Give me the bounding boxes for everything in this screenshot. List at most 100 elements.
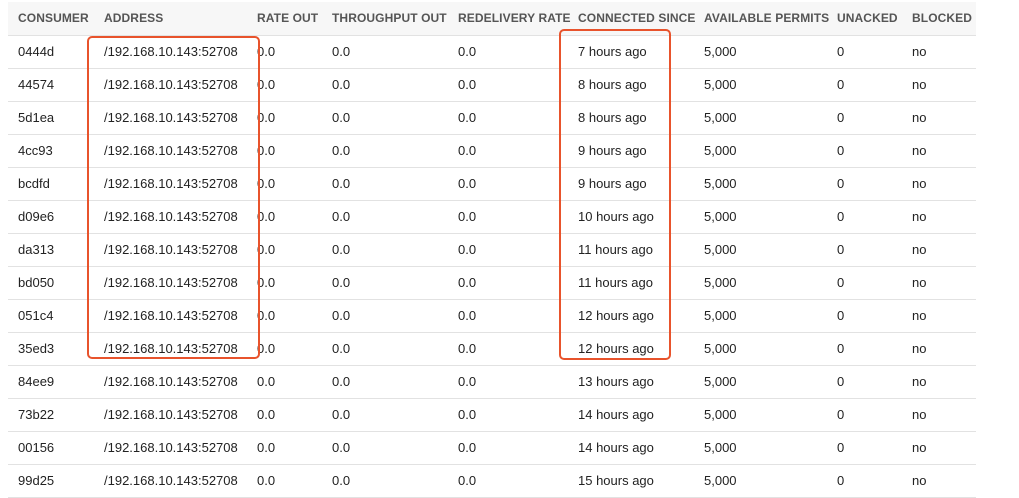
cell-throughput-out: 0.0 [332,176,351,191]
cell-throughput-out: 0.0 [332,209,351,224]
cell-blocked: no [912,407,927,422]
cell-blocked: no [912,473,927,488]
table-body: 0444d/192.168.10.143:52708 0.0 0.0 0.0 7 hou… [8,35,976,497]
column-header-throughput-out[interactable]: THROUGHPUT OUT [322,2,448,35]
cell-throughput-out: 0.0 [332,110,351,125]
cell-consumer: da313 [18,242,55,257]
cell-connected-since: 14 hours ago [578,407,654,422]
table-row[interactable]: 5d1ea/192.168.10.143:52708 0.0 0.0 0.0 8 hou… [8,101,976,134]
cell-consumer: 84ee9 [18,374,55,389]
column-header-blocked[interactable]: BLOCKED [902,2,976,35]
column-header-consumer[interactable]: CONSUMER [8,2,94,35]
cell-unacked: 0 [837,308,845,323]
cell-redelivery-rate: 0.0 [458,209,477,224]
cell-address: /192.168.10.143:52708 [104,407,238,422]
cell-rate-out: 0.0 [257,44,276,59]
cell-address: /192.168.10.143:52708 [104,308,238,323]
cell-redelivery-rate: 0.0 [458,44,477,59]
table-row[interactable]: 44574/192.168.10.143:52708 0.0 0.0 0.0 8 hou… [8,68,976,101]
cell-address: /192.168.10.143:52708 [104,473,238,488]
cell-throughput-out: 0.0 [332,440,351,455]
table-row[interactable]: d09e6/192.168.10.143:52708 0.0 0.0 0.0 10 ho… [8,200,976,233]
cell-blocked: no [912,275,927,290]
cell-connected-since: 7 hours ago [578,44,647,59]
cell-consumer: bd050 [18,275,55,290]
cell-rate-out: 0.0 [257,209,276,224]
cell-available-permits: 5,000 [704,308,737,323]
cell-connected-since: 10 hours ago [578,209,654,224]
cell-blocked: no [912,143,927,158]
cell-unacked: 0 [837,77,845,92]
cell-consumer: 00156 [18,440,55,455]
cell-consumer: 35ed3 [18,341,55,356]
table-row[interactable]: 4cc93/192.168.10.143:52708 0.0 0.0 0.0 9 hou… [8,134,976,167]
cell-blocked: no [912,209,927,224]
column-header-unacked[interactable]: UNACKED [827,2,902,35]
table-row[interactable]: 84ee9/192.168.10.143:52708 0.0 0.0 0.0 13 ho… [8,365,976,398]
cell-consumer: bcdfd [18,176,50,191]
table-row[interactable]: 99d25/192.168.10.143:52708 0.0 0.0 0.0 15 ho… [8,464,976,497]
cell-unacked: 0 [837,176,845,191]
cell-address: /192.168.10.143:52708 [104,77,238,92]
cell-address: /192.168.10.143:52708 [104,374,238,389]
cell-rate-out: 0.0 [257,77,276,92]
cell-available-permits: 5,000 [704,407,737,422]
cell-redelivery-rate: 0.0 [458,440,477,455]
cell-unacked: 0 [837,341,845,356]
cell-connected-since: 8 hours ago [578,77,647,92]
table-row[interactable]: 051c4/192.168.10.143:52708 0.0 0.0 0.0 12 ho… [8,299,976,332]
column-header-redelivery-rate[interactable]: REDELIVERY RATE [448,2,571,35]
cell-throughput-out: 0.0 [332,44,351,59]
header-row: CONSUMER ADDRESS RATE OUT THROUGHPUT OUT… [8,2,976,35]
cell-throughput-out: 0.0 [332,374,351,389]
cell-connected-since: 12 hours ago [578,341,654,356]
cell-available-permits: 5,000 [704,143,737,158]
table-row[interactable]: bd050/192.168.10.143:52708 0.0 0.0 0.0 11 ho… [8,266,976,299]
cell-blocked: no [912,44,927,59]
cell-unacked: 0 [837,275,845,290]
table-row[interactable]: 35ed3/192.168.10.143:52708 0.0 0.0 0.0 12 ho… [8,332,976,365]
cell-connected-since: 11 hours ago [578,275,653,290]
table-row[interactable]: bcdfd/192.168.10.143:52708 0.0 0.0 0.0 9 hou… [8,167,976,200]
cell-connected-since: 9 hours ago [578,176,647,191]
cell-unacked: 0 [837,440,845,455]
cell-blocked: no [912,374,927,389]
cell-rate-out: 0.0 [257,176,276,191]
cell-available-permits: 5,000 [704,176,737,191]
cell-blocked: no [912,77,927,92]
cell-address: /192.168.10.143:52708 [104,44,238,59]
cell-rate-out: 0.0 [257,110,276,125]
column-header-connected-since[interactable]: CONNECTED SINCE [568,2,695,35]
cell-rate-out: 0.0 [257,143,276,158]
cell-address: /192.168.10.143:52708 [104,275,238,290]
cell-unacked: 0 [837,209,845,224]
cell-consumer: 0444d [18,44,55,59]
cell-redelivery-rate: 0.0 [458,473,477,488]
cell-address: /192.168.10.143:52708 [104,209,238,224]
cell-throughput-out: 0.0 [332,275,351,290]
cell-address: /192.168.10.143:52708 [104,242,238,257]
column-header-available-permits[interactable]: AVAILABLE PERMITS [694,2,829,35]
table-row[interactable]: da313/192.168.10.143:52708 0.0 0.0 0.0 11 ho… [8,233,976,266]
column-header-address[interactable]: ADDRESS [94,2,247,35]
cell-redelivery-rate: 0.0 [458,242,477,257]
cell-available-permits: 5,000 [704,275,737,290]
cell-redelivery-rate: 0.0 [458,341,477,356]
cell-redelivery-rate: 0.0 [458,374,477,389]
cell-address: /192.168.10.143:52708 [104,143,238,158]
cell-unacked: 0 [837,473,845,488]
cell-available-permits: 5,000 [704,77,737,92]
table-row[interactable]: 0444d/192.168.10.143:52708 0.0 0.0 0.0 7 hou… [8,35,976,68]
consumers-table: CONSUMER ADDRESS RATE OUT THROUGHPUT OUT… [8,2,976,498]
cell-rate-out: 0.0 [257,308,276,323]
cell-address: /192.168.10.143:52708 [104,440,238,455]
table-row[interactable]: 73b22/192.168.10.143:52708 0.0 0.0 0.0 14 ho… [8,398,976,431]
table-row[interactable]: 00156/192.168.10.143:52708 0.0 0.0 0.0 14 ho… [8,431,976,464]
cell-connected-since: 12 hours ago [578,308,654,323]
cell-unacked: 0 [837,44,845,59]
cell-rate-out: 0.0 [257,440,276,455]
cell-rate-out: 0.0 [257,275,276,290]
column-header-rate-out[interactable]: RATE OUT [247,2,322,35]
cell-blocked: no [912,242,927,257]
cell-redelivery-rate: 0.0 [458,407,477,422]
